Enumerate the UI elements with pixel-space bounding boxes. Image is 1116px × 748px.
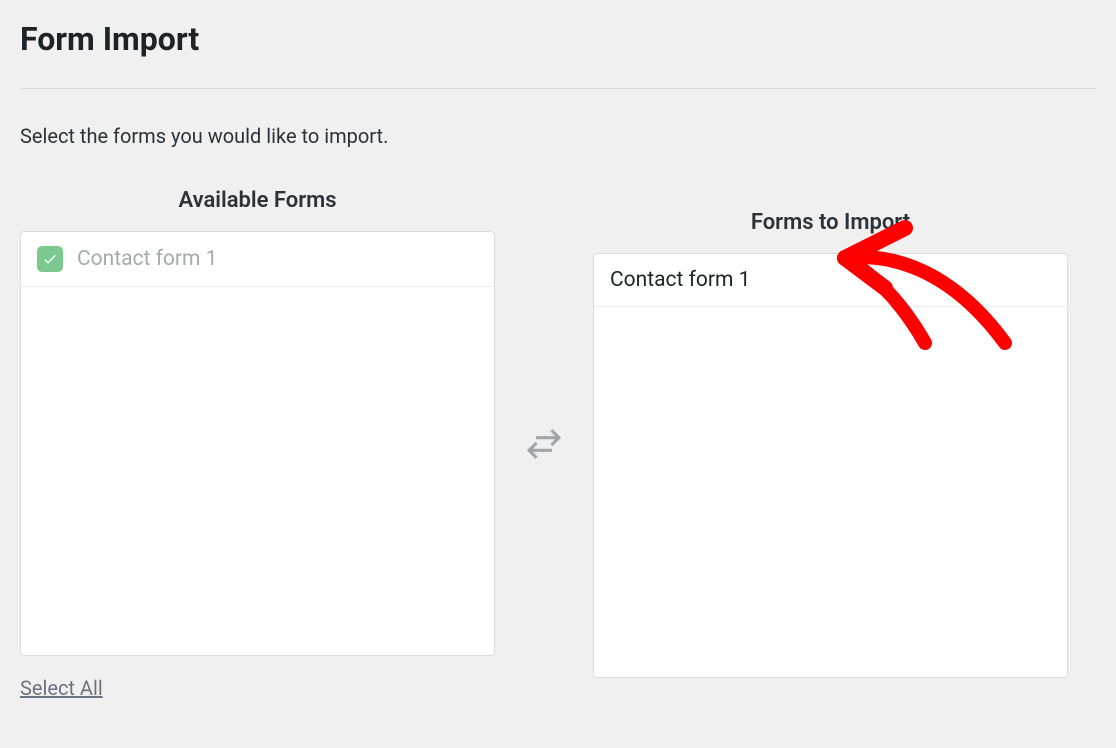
- import-form-item[interactable]: Contact form 1: [594, 254, 1067, 307]
- forms-to-import-list[interactable]: Contact form 1: [593, 253, 1068, 678]
- exchange-icon: [515, 425, 573, 463]
- select-all-link[interactable]: Select All: [20, 676, 103, 700]
- forms-to-import-header: Forms to Import: [751, 210, 910, 235]
- transfer-layout: Available Forms Contact form 1 Select Al…: [20, 188, 1096, 700]
- available-form-item[interactable]: Contact form 1: [21, 232, 494, 287]
- available-forms-header: Available Forms: [178, 188, 336, 213]
- divider: [20, 88, 1096, 89]
- import-form-label: Contact form 1: [610, 268, 750, 292]
- forms-to-import-column: Forms to Import Contact form 1: [593, 210, 1068, 678]
- available-forms-column: Available Forms Contact form 1: [20, 188, 495, 656]
- page-title: Form Import: [20, 20, 1096, 58]
- available-form-label: Contact form 1: [77, 247, 217, 271]
- instruction-text: Select the forms you would like to impor…: [20, 124, 1096, 148]
- checkbox-checked-icon[interactable]: [37, 246, 63, 272]
- available-forms-list[interactable]: Contact form 1: [20, 231, 495, 656]
